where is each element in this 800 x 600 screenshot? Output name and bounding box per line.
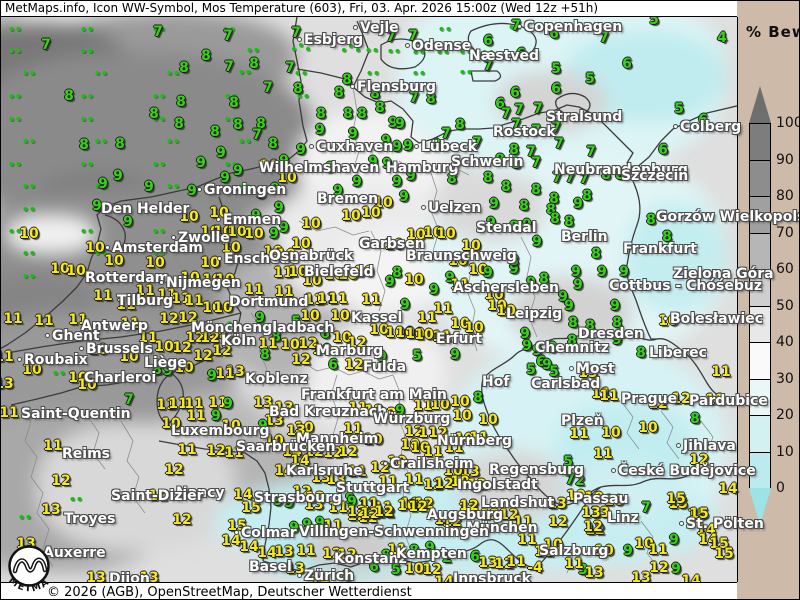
weather-map[interactable] [1,17,739,582]
scale-tick-label: 70 [776,226,794,240]
metmaps-weather-map-window: % Bew. 1009080706050403020100 7777776767… [0,0,800,600]
scale-tick-label: 40 [776,335,794,349]
scale-segment [749,233,771,271]
legend-title: % Bew. [746,23,800,41]
scale-segment [749,269,771,307]
scale-segment [749,196,771,234]
scale-tick-label: 60 [776,262,794,276]
scale-segment [749,306,771,344]
scale-segment [749,160,771,198]
footer-bar: © 2026 (AGB), OpenStreetMap, Deutscher W… [1,582,737,600]
cloud-cover-legend: % Bew. 1009080706050403020100 [738,1,800,600]
copyright-text: © 2026 (AGB), OpenStreetMap, Deutscher W… [47,585,412,600]
scale-arrow-bottom [749,488,771,525]
scale-arrow-top [749,86,771,123]
scale-tick-label: 0 [776,481,785,495]
country-borders [1,17,737,582]
scale-tick-label: 90 [776,153,794,167]
map-title: MetMaps.info, Icon WW-Symbol, Mos Temper… [5,1,598,15]
scale-segment [749,415,771,453]
metmaps-logo: METMAPS [3,543,57,600]
scale-tick-label: 20 [776,408,794,422]
scale-segment [749,342,771,380]
scale-tick-label: 80 [776,189,794,203]
scale-segment [749,452,771,490]
scale-segment [749,379,771,417]
title-bar: MetMaps.info, Icon WW-Symbol, Mos Temper… [1,1,737,17]
scale-tick-label: 30 [776,372,794,386]
scale-tick-label: 10 [776,445,794,459]
scale-tick-label: 50 [776,299,794,313]
scale-tick-label: 100 [776,116,800,130]
scale-segment [749,123,771,161]
